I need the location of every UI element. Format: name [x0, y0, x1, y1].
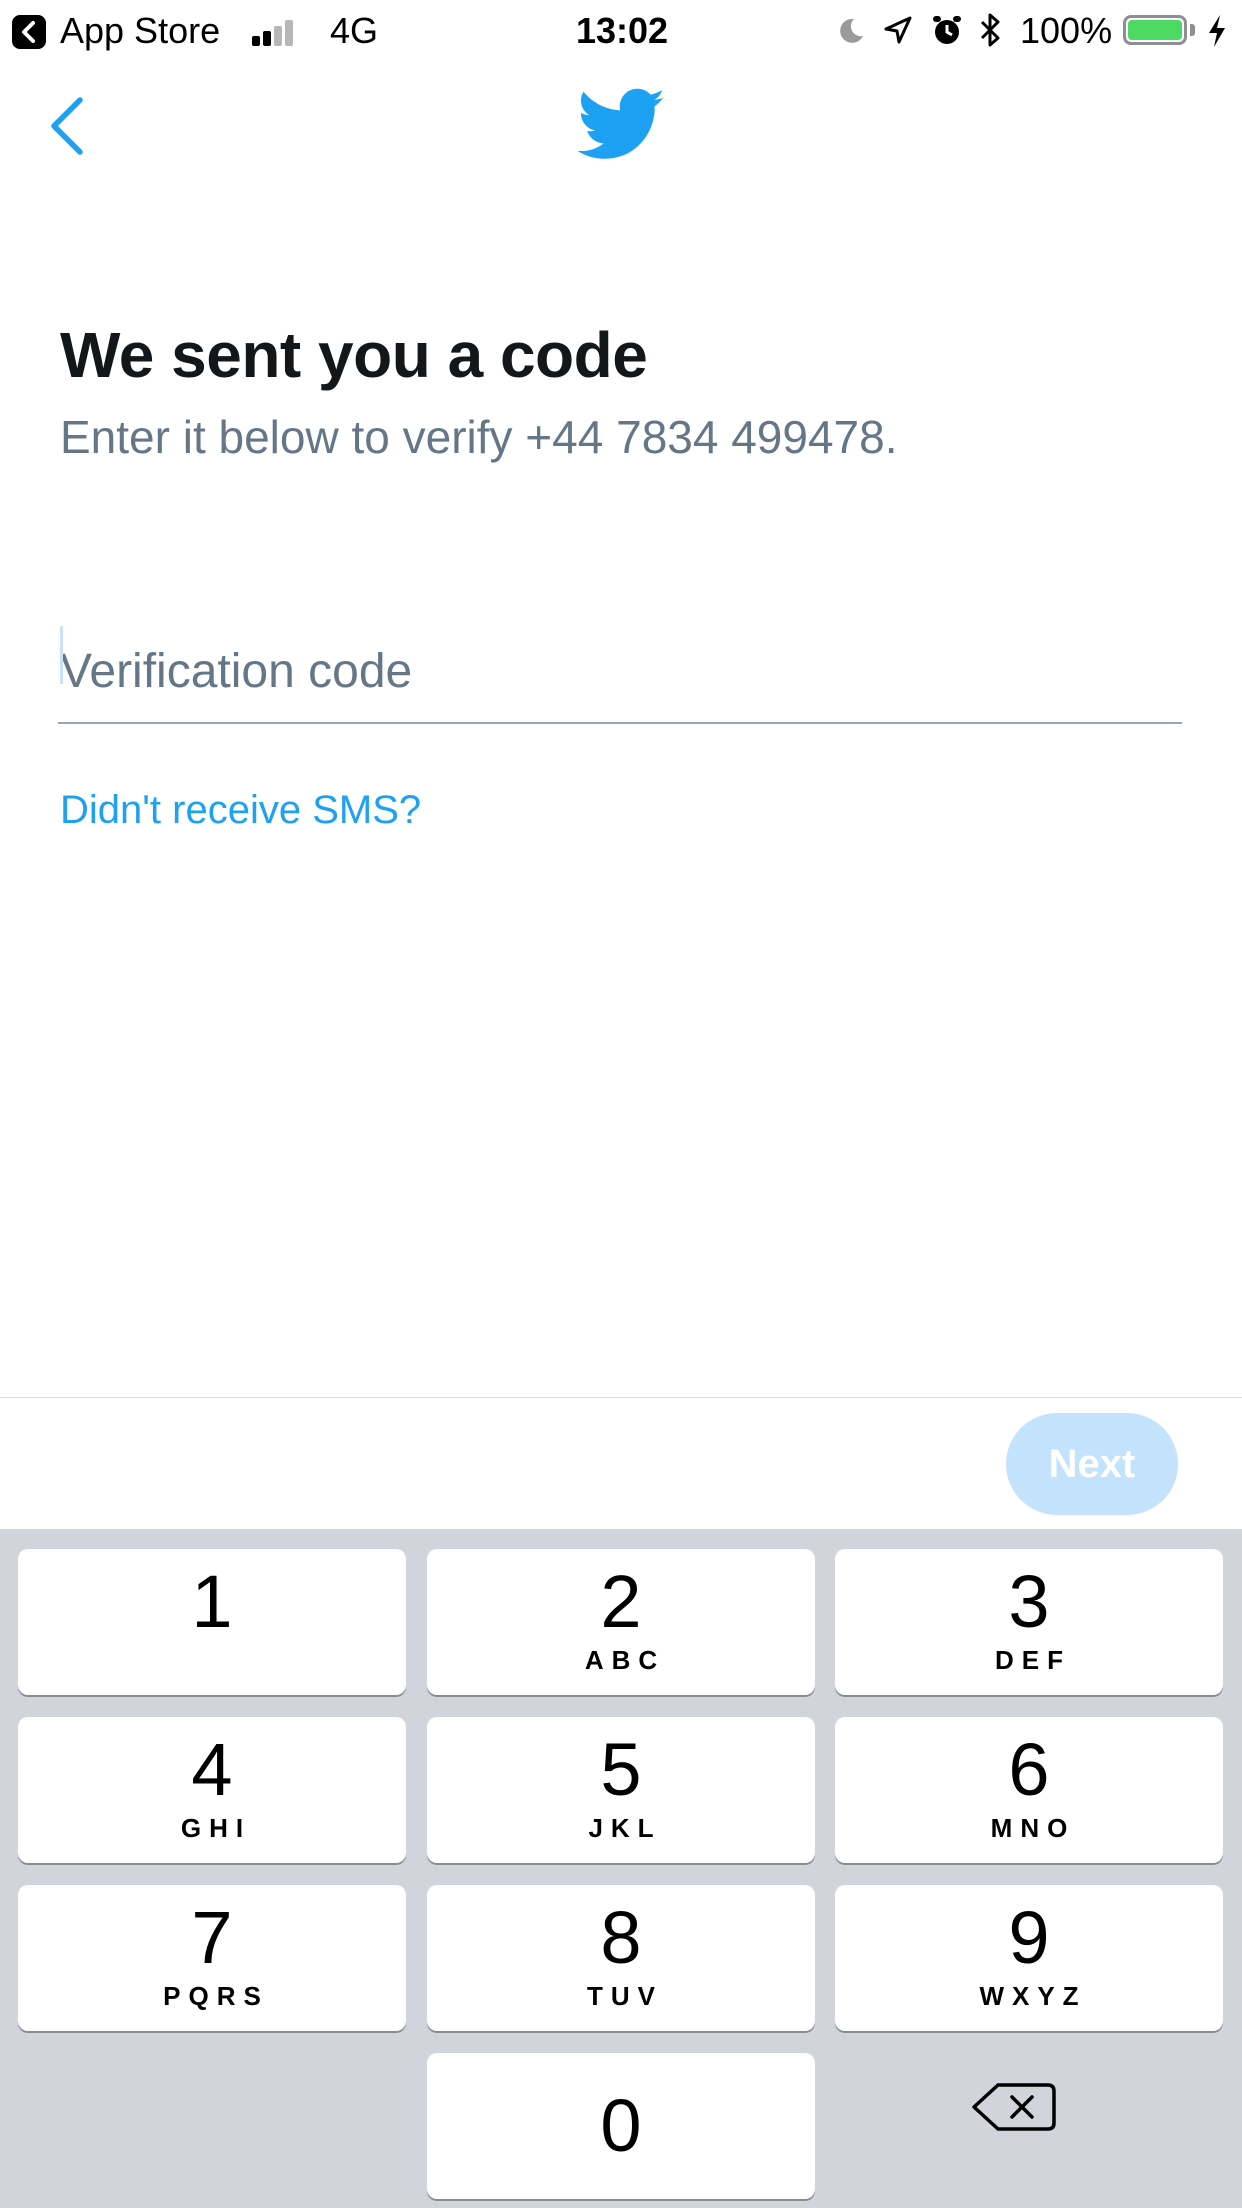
key-digit: 5	[600, 1728, 642, 1811]
key-9[interactable]: 9 WXYZ	[835, 1885, 1223, 2031]
bluetooth-icon	[978, 12, 1002, 48]
key-4[interactable]: 4 GHI	[18, 1717, 406, 1863]
key-letters: WXYZ	[979, 1981, 1087, 2011]
signal-icon	[252, 20, 304, 46]
key-6[interactable]: 6 MNO	[835, 1717, 1223, 1863]
key-letters: JKL	[588, 1813, 662, 1843]
location-icon	[882, 14, 914, 46]
key-digit: 3	[1008, 1560, 1050, 1643]
key-digit: 9	[1008, 1896, 1050, 1979]
alarm-icon	[930, 13, 964, 47]
text-caret	[60, 626, 63, 684]
battery-percent: 100%	[1020, 10, 1113, 51]
battery-level	[1128, 20, 1182, 40]
moon-icon	[836, 16, 866, 46]
didnt-receive-sms-link[interactable]: Didn't receive SMS?	[60, 788, 421, 833]
key-0[interactable]: 0	[427, 2053, 815, 2199]
network-label: 4G	[330, 10, 379, 51]
key-1[interactable]: 1	[18, 1549, 406, 1695]
back-arrow-icon[interactable]	[12, 15, 46, 49]
key-digit: 1	[191, 1560, 233, 1643]
next-button[interactable]: Next	[1006, 1413, 1178, 1515]
backspace-icon[interactable]	[948, 2057, 1068, 2157]
back-app-label[interactable]: App Store	[60, 0, 220, 62]
key-letters: TUV	[587, 1981, 663, 2011]
key-letters: ABC	[584, 1645, 666, 1675]
twitter-bird-icon	[577, 88, 666, 162]
key-5[interactable]: 5 JKL	[427, 1717, 815, 1863]
status-bar: App Store 4G 13:02 100%	[0, 0, 1242, 62]
charging-icon	[1206, 14, 1228, 48]
key-digit: 4	[191, 1728, 233, 1811]
key-3[interactable]: 3 DEF	[835, 1549, 1223, 1695]
battery-tip	[1190, 24, 1195, 36]
key-digit: 8	[600, 1896, 642, 1979]
key-digit: 7	[191, 1896, 233, 1979]
clock: 13:02	[576, 10, 669, 51]
key-letters: DEF	[995, 1645, 1071, 1675]
key-7[interactable]: 7 PQRS	[18, 1885, 406, 2031]
key-digit: 2	[600, 1560, 642, 1643]
key-letters: GHI	[180, 1813, 252, 1843]
page-title: We sent you a code	[60, 319, 648, 391]
verification-code-input[interactable]	[58, 620, 1182, 724]
key-letters: MNO	[990, 1813, 1076, 1843]
page-subtitle: Enter it below to verify +44 7834 499478…	[60, 411, 898, 463]
key-digit: 6	[1008, 1728, 1050, 1811]
key-letters: PQRS	[163, 1981, 269, 2011]
chevron-left-icon[interactable]	[48, 96, 88, 156]
key-2[interactable]: 2 ABC	[427, 1549, 815, 1695]
key-digit: 0	[600, 2084, 642, 2167]
key-8[interactable]: 8 TUV	[427, 1885, 815, 2031]
